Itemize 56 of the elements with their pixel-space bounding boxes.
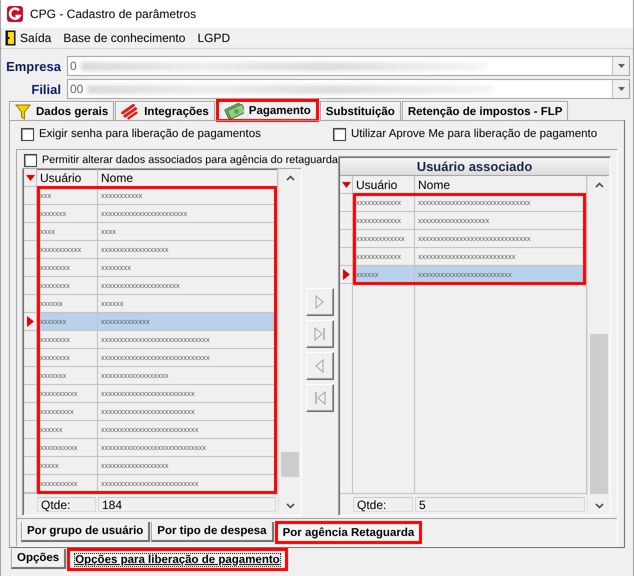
count-label: Qtde: xyxy=(37,496,96,512)
tab[interactable]: Opções para liberação de pagamento xyxy=(67,548,288,571)
dropdown-field[interactable]: 00 xyxy=(67,79,630,99)
dropdown-field[interactable]: 0 xyxy=(67,56,630,76)
tab[interactable]: Substituição xyxy=(320,101,401,121)
caret-icon xyxy=(618,64,624,68)
grid-title: Usuário associado xyxy=(340,158,609,176)
checkbox[interactable] xyxy=(21,128,34,140)
sort-arrow-icon xyxy=(26,174,34,180)
scroll-down-icon[interactable] xyxy=(595,503,604,509)
tab[interactable]: Por agência Retaguarda xyxy=(274,521,422,544)
row-pointer-icon xyxy=(26,316,34,327)
dropdown-button[interactable] xyxy=(612,80,629,98)
scroll-thumb[interactable] xyxy=(590,334,608,494)
window-title: CPG - Cadastro de parâmetros xyxy=(30,7,196,21)
tab[interactable]: Por tipo de despesa xyxy=(151,522,274,542)
caret-icon xyxy=(618,87,624,91)
scroll-down-icon[interactable] xyxy=(286,503,295,509)
scroll-up-icon[interactable] xyxy=(286,175,295,181)
row-pointer-icon xyxy=(342,269,350,280)
scrollbar[interactable] xyxy=(278,169,301,514)
checkbox-label: Exigir senha para liberação de pagamentos xyxy=(39,128,261,140)
count-value: 184 xyxy=(98,496,276,512)
tab[interactable]: Retenção de impostos - FLP xyxy=(402,101,568,121)
stripes-icon xyxy=(121,104,140,120)
funnel-icon xyxy=(15,104,31,120)
scroll-thumb[interactable] xyxy=(281,452,299,477)
scrollbar[interactable] xyxy=(587,176,610,514)
menu-item[interactable]: LGPD xyxy=(197,31,242,45)
menu-item[interactable]: Base de conhecimento xyxy=(63,31,198,45)
count-label: Qtde: xyxy=(353,496,413,512)
tab[interactable]: Integrações xyxy=(115,101,215,121)
column-header[interactable]: Usuário xyxy=(353,176,415,194)
sort-arrow-icon xyxy=(342,182,350,188)
move-button[interactable] xyxy=(306,384,334,412)
count-value: 5 xyxy=(415,496,585,512)
tab[interactable]: Pagamento xyxy=(216,99,319,122)
checkbox[interactable] xyxy=(24,154,37,166)
tab[interactable]: Dados gerais xyxy=(9,101,114,121)
dropdown-button[interactable] xyxy=(612,57,629,75)
move-button[interactable] xyxy=(306,352,334,380)
checkbox-label: Permitir alterar dados associados para agência do retaguarda xyxy=(42,154,338,166)
field-label: Empresa xyxy=(5,58,61,74)
field-label: Filial xyxy=(30,82,61,96)
move-button[interactable] xyxy=(306,320,334,348)
tab[interactable]: Opções xyxy=(11,549,66,569)
checkbox-label: Utilizar Aprove Me para liberação de pagamento xyxy=(351,128,598,140)
checkbox[interactable] xyxy=(333,128,346,140)
move-button[interactable] xyxy=(306,288,334,316)
door-icon xyxy=(5,30,16,46)
column-header[interactable]: Usuário xyxy=(37,169,98,187)
banknotes-icon xyxy=(224,102,244,118)
scroll-up-icon[interactable] xyxy=(595,182,604,188)
app-logo-icon xyxy=(7,6,23,22)
menu-item[interactable]: Saída xyxy=(5,30,64,46)
tab[interactable]: Por grupo de usuário xyxy=(21,522,150,542)
